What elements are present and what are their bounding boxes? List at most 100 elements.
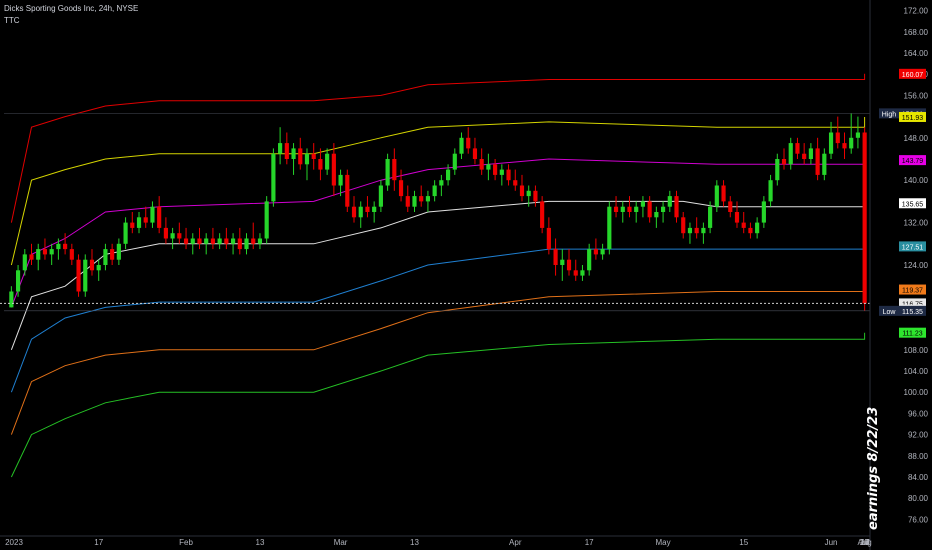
candle-body [566,259,572,271]
band-line-6 [10,332,866,478]
y-tick-label: 84.00 [908,473,929,482]
candle-body [103,249,108,265]
candle-body [96,265,101,271]
candle-body [560,259,565,265]
y-tick-label: 124.00 [904,261,929,270]
candle-body [271,153,276,202]
price-chart[interactable]: 172.00168.00164.00160.00156.00148.00140.… [0,0,932,550]
candle-body [49,249,54,255]
candle-body [775,159,780,181]
y-tick-label: 88.00 [908,452,929,461]
candle-body [224,238,229,244]
candle-body [660,206,666,212]
candle-body [29,254,34,260]
candle-body [553,249,558,265]
y-tick-label: 148.00 [904,134,929,143]
candle-body [378,185,383,207]
y-tick-label: 132.00 [904,219,929,228]
candle-body [425,196,431,202]
candle-body [136,217,142,228]
candle-body [728,201,733,212]
candle-body [217,238,222,244]
candle-body [855,132,861,138]
candle-body [499,169,504,175]
candle-body [493,164,498,175]
candle-body [419,196,424,202]
candle-body [573,270,578,276]
candle-body [197,238,202,244]
x-tick-label: 13 [410,538,419,547]
candle-body [9,291,14,308]
candle-body [318,159,323,170]
candle-body [540,201,545,228]
candle-body [506,169,511,181]
candle-body [325,153,330,170]
candle-body [781,159,787,165]
candle-body [190,238,195,244]
candle-body [828,132,834,154]
candle-body [674,196,679,218]
candle-body [486,164,491,170]
candle-body [130,222,135,228]
price-label: 135.65 [902,201,924,208]
candle-body [600,249,605,255]
x-tick-label: 15 [739,538,748,547]
candle-body [761,201,766,223]
x-tick-label: 14 [860,538,869,547]
candle-body [842,143,847,149]
candle-body [116,243,121,260]
candle-body [479,159,484,170]
candle-body [734,212,740,223]
price-label-prefix: High [882,111,897,118]
price-label: 151.93 [902,115,924,122]
candle-body [533,190,538,202]
candle-body [466,137,471,149]
x-tick-label: 13 [256,538,265,547]
band-line-0 [10,73,866,223]
candle-body [822,153,827,175]
candle-body [593,249,598,255]
candle-body [15,270,21,292]
candle-body [244,238,249,250]
candle-body [123,222,128,244]
candle-body [802,153,807,159]
y-tick-label: 168.00 [904,28,929,37]
price-label: 127.51 [902,244,924,251]
earnings-annotation: earnings 8/22/23 [866,406,881,530]
candle-body [284,143,289,159]
candle-body [304,153,310,165]
candle-body [170,233,175,239]
candle-body [768,180,773,202]
y-tick-label: 96.00 [908,409,929,418]
candle-body [694,227,699,234]
candle-body [150,206,155,223]
price-label: 143.79 [902,158,924,165]
candle-body [607,206,612,250]
candle-body [183,238,189,244]
candle-body [687,227,693,234]
candle-body [230,238,236,244]
candle-body [412,196,417,207]
candle-body [620,206,625,212]
band-line-4 [10,246,866,393]
candle-body [721,185,726,202]
candle-body [398,180,404,197]
candle-body [298,148,303,165]
candle-body [163,227,168,239]
candle-body [365,206,370,212]
candle-body [627,206,632,212]
price-label: 119.37 [902,288,923,295]
candle-body [69,249,74,260]
candle-body [42,249,48,255]
candle-body [405,196,410,207]
candle-body [385,159,390,186]
y-tick-label: 76.00 [908,515,929,524]
candle-body [439,180,444,186]
candle-body [808,148,813,159]
y-tick-label: 100.00 [904,388,929,397]
y-tick-label: 164.00 [904,49,929,58]
candle-body [351,206,357,218]
candle-body [251,238,256,244]
candle-body [862,132,867,304]
candle-body [372,206,377,212]
